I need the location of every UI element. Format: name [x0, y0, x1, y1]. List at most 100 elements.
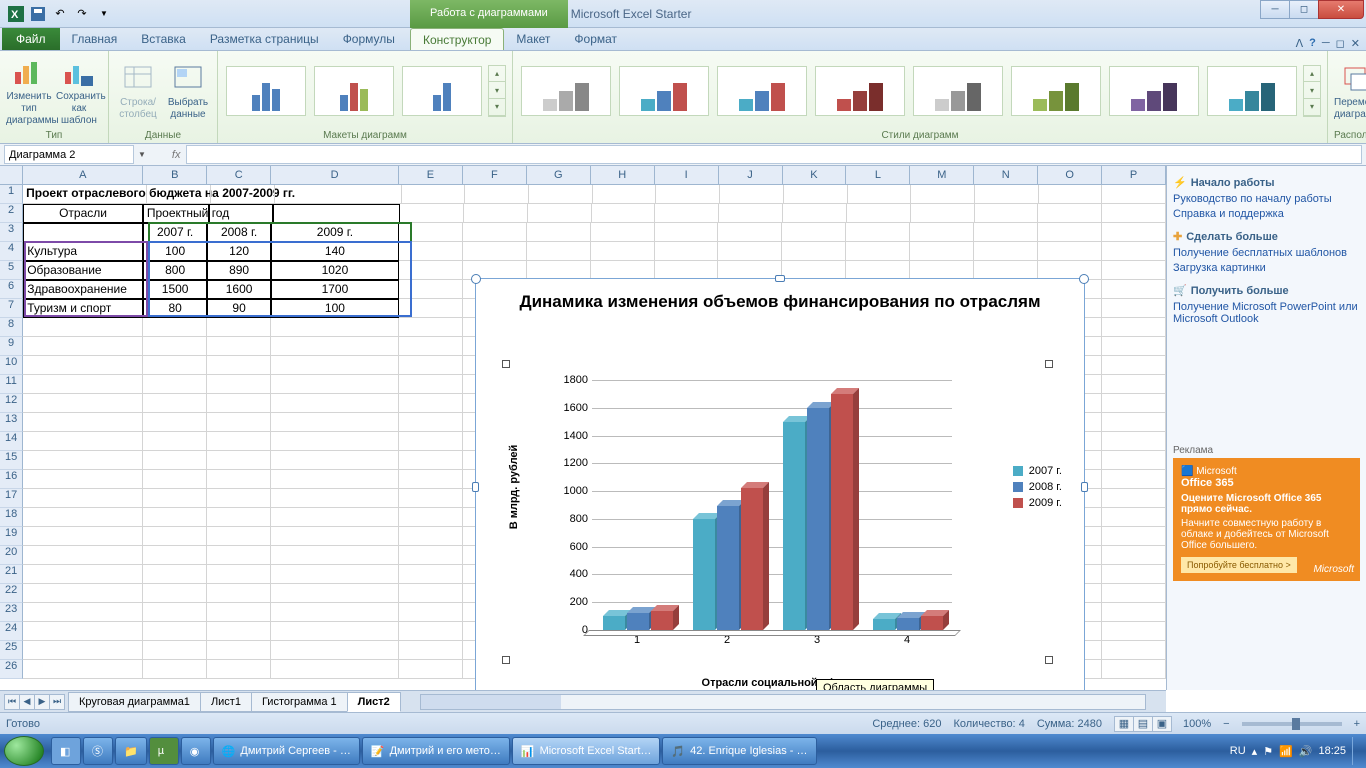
row-header[interactable]: 4 [0, 242, 23, 261]
chart-bar[interactable] [921, 616, 943, 630]
doc-close-icon[interactable]: ✕ [1351, 37, 1360, 50]
cell[interactable] [783, 204, 847, 223]
cell[interactable] [1102, 223, 1166, 242]
cell[interactable] [1102, 603, 1166, 622]
row-header[interactable]: 17 [0, 489, 23, 508]
row-header[interactable]: 25 [0, 641, 23, 660]
row-header[interactable]: 15 [0, 451, 23, 470]
row-header[interactable]: 11 [0, 375, 23, 394]
change-chart-type-button[interactable]: Изменить тип диаграммы [6, 55, 52, 127]
cell[interactable] [847, 204, 911, 223]
cell[interactable] [207, 527, 271, 546]
cell[interactable] [527, 223, 591, 242]
cell[interactable] [593, 185, 657, 204]
cell[interactable] [1102, 451, 1166, 470]
cell[interactable] [271, 622, 399, 641]
cell[interactable] [1102, 375, 1166, 394]
cell[interactable]: 90 [207, 299, 271, 318]
row-header[interactable]: 21 [0, 565, 23, 584]
cell[interactable] [591, 242, 655, 261]
tray-flag-icon[interactable]: ⚑ [1263, 745, 1273, 758]
cell[interactable] [527, 242, 591, 261]
legend-item[interactable]: 2007 г. [1013, 465, 1062, 477]
cell[interactable] [207, 337, 271, 356]
cell[interactable] [1102, 299, 1166, 318]
cell[interactable] [271, 318, 399, 337]
cell[interactable] [846, 242, 910, 261]
cell[interactable] [463, 223, 527, 242]
tab-chart-format[interactable]: Формат [562, 28, 629, 50]
select-data-button[interactable]: Выбрать данные [165, 61, 211, 121]
cell[interactable]: Здравоохранение [23, 280, 143, 299]
cell[interactable] [399, 603, 463, 622]
cell[interactable] [23, 337, 143, 356]
row-header[interactable]: 23 [0, 603, 23, 622]
cell[interactable] [143, 508, 207, 527]
cell[interactable] [211, 185, 275, 204]
cell[interactable] [23, 660, 143, 679]
cell[interactable] [1102, 584, 1166, 603]
cell[interactable] [143, 622, 207, 641]
cell[interactable] [271, 565, 399, 584]
cell[interactable] [23, 508, 143, 527]
cell[interactable] [1102, 242, 1166, 261]
cell[interactable] [143, 318, 207, 337]
cell[interactable] [1102, 508, 1166, 527]
cell[interactable] [1102, 318, 1166, 337]
view-page-break-icon[interactable]: ▣ [1152, 716, 1172, 732]
cell[interactable] [271, 660, 399, 679]
column-header[interactable]: O [1038, 166, 1102, 184]
row-header[interactable]: 26 [0, 660, 23, 679]
sheet-nav-next-icon[interactable]: ▶ [34, 694, 50, 710]
chart-style-6[interactable] [1011, 66, 1101, 116]
cell[interactable] [23, 641, 143, 660]
cell[interactable] [143, 546, 207, 565]
start-button[interactable] [4, 736, 44, 766]
chart-style-2[interactable] [619, 66, 709, 116]
column-header[interactable]: D [271, 166, 399, 184]
doc-minimize-icon[interactable]: ─ [1322, 37, 1330, 50]
chart-style-4[interactable] [815, 66, 905, 116]
sidebar-link[interactable]: Руководство по началу работы [1173, 193, 1360, 205]
chart-title[interactable]: Динамика изменения объемов финансировани… [476, 279, 1084, 313]
chart-bar[interactable] [651, 611, 673, 630]
cell[interactable] [207, 413, 271, 432]
row-header[interactable]: 7 [0, 299, 23, 318]
cell[interactable] [465, 185, 529, 204]
column-header[interactable]: P [1102, 166, 1166, 184]
doc-restore-icon[interactable]: ◻ [1336, 37, 1345, 50]
chart-bar[interactable] [783, 422, 805, 630]
cell[interactable] [975, 185, 1039, 204]
cell[interactable] [143, 337, 207, 356]
cell[interactable] [399, 622, 463, 641]
cell[interactable] [147, 185, 211, 204]
cell[interactable]: 890 [207, 261, 271, 280]
cell[interactable] [399, 527, 463, 546]
cell[interactable] [23, 470, 143, 489]
cell[interactable] [399, 470, 463, 489]
cell[interactable] [143, 584, 207, 603]
cell[interactable] [399, 546, 463, 565]
row-header[interactable]: 16 [0, 470, 23, 489]
cell[interactable] [143, 451, 207, 470]
taskbar-pin[interactable]: µ [149, 737, 179, 765]
cell[interactable] [273, 204, 400, 223]
sidebar-link[interactable]: Справка и поддержка [1173, 208, 1360, 220]
cell[interactable] [528, 204, 592, 223]
cell[interactable] [207, 641, 271, 660]
chart-layout-2[interactable] [314, 66, 394, 116]
cell[interactable] [591, 223, 655, 242]
cell[interactable] [529, 185, 593, 204]
cell[interactable] [399, 565, 463, 584]
cell[interactable] [1102, 204, 1166, 223]
cell[interactable] [399, 318, 463, 337]
cell[interactable]: 80 [143, 299, 207, 318]
cell[interactable] [974, 242, 1038, 261]
row-header[interactable]: 14 [0, 432, 23, 451]
cell[interactable] [1038, 204, 1102, 223]
taskbar-window[interactable]: 📝Дмитрий и его мето… [362, 737, 510, 765]
cell[interactable] [1102, 394, 1166, 413]
tab-home[interactable]: Главная [60, 28, 130, 50]
cell[interactable] [1102, 280, 1166, 299]
chart-layout-3[interactable] [402, 66, 482, 116]
